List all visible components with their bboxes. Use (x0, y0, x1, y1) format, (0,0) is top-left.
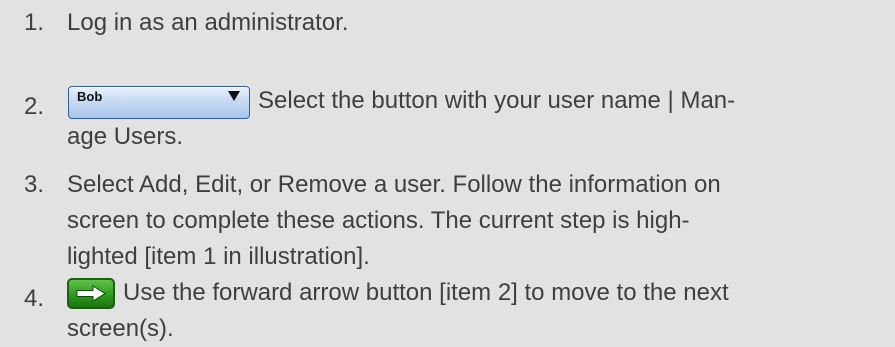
forward-arrow-button[interactable] (67, 278, 115, 309)
step-4-text-line-1: Use the forward arrow button [item 2] to… (123, 279, 729, 306)
step-2-number: 2. (24, 93, 45, 120)
step-3-text-line-1: Select Add, Edit, or Remove a user. Foll… (67, 171, 721, 198)
user-name-label: Bob (77, 89, 103, 104)
instruction-steps: 1. Log in as an administrator. 2. Bob Se… (0, 0, 895, 342)
step-1-number: 1. (24, 9, 45, 36)
step-3-text-line-3: lighted [item 1 in illustration]. (67, 243, 370, 270)
step-3-text-line-2: screen to complete these actions. The cu… (67, 207, 690, 234)
dropdown-caret-icon (228, 91, 240, 101)
step-4-number: 4. (24, 285, 45, 312)
step-2-text-line-1: Select the button with your user name | … (258, 87, 736, 114)
step-4-text-line-2: screen(s). (67, 315, 174, 342)
step-2-text-line-2: age Users. (67, 123, 184, 150)
step-1-text: Log in as an administrator. (67, 9, 349, 36)
user-name-button[interactable]: Bob (68, 86, 250, 119)
step-3-number: 3. (24, 171, 45, 198)
forward-arrow-icon (76, 285, 106, 302)
